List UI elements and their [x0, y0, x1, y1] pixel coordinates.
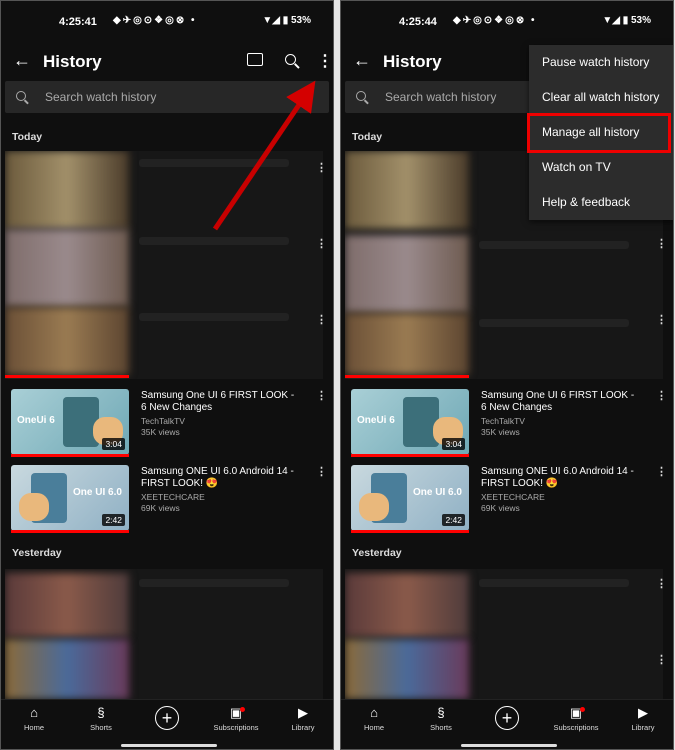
video-views: 35K views: [481, 427, 520, 437]
subscriptions-icon: ▣: [569, 705, 583, 720]
page-title: History: [383, 52, 442, 71]
library-icon: ▶: [638, 705, 648, 720]
video-channel: TechTalkTV: [481, 416, 525, 426]
thumbnail-label: OneUi 6: [357, 415, 395, 426]
nav-library[interactable]: ▶ Library: [610, 704, 673, 732]
video-duration: 2:42: [442, 514, 465, 526]
gesture-bar: [461, 744, 557, 747]
blurred-history-items[interactable]: [345, 569, 663, 699]
thumbnail-label: One UI 6.0: [413, 487, 462, 498]
search-input[interactable]: Search watch history: [385, 90, 496, 104]
menu-clear-watch-history[interactable]: Clear all watch history: [529, 80, 673, 115]
video-row[interactable]: OneUi 6 3:04 Samsung One UI 6 FIRST LOOK…: [341, 389, 673, 457]
item-menu-icon[interactable]: ⋮: [656, 653, 667, 666]
menu-help-feedback[interactable]: Help & feedback: [529, 185, 673, 220]
phone-screen-right: 4:25:44 ◆✈◎⊙❖◎⊗ • ▼◢ ▮ 53% ← History Sea…: [340, 0, 674, 750]
back-arrow-icon[interactable]: ←: [353, 50, 371, 71]
nav-subscriptions[interactable]: ▣ Subscriptions: [543, 704, 609, 732]
item-menu-icon[interactable]: ⋮: [656, 389, 667, 402]
search-field-icon: [356, 91, 366, 101]
section-today: Today: [352, 131, 383, 143]
menu-pause-watch-history[interactable]: Pause watch history: [529, 45, 673, 80]
video-title[interactable]: Samsung ONE UI 6.0 Android 14 - FIRST LO…: [481, 466, 641, 490]
nav-home-label: Home: [363, 723, 384, 732]
video-views: 69K views: [481, 503, 520, 513]
menu-watch-on-tv[interactable]: Watch on TV: [529, 150, 673, 185]
highlight-box: [527, 113, 671, 153]
battery-percent: 53%: [630, 15, 651, 26]
phone-screen-left: 4:25:41 ◆✈◎⊙❖◎⊗ • ▼◢ ▮ 53% ← History ⋮ S…: [0, 0, 334, 750]
status-bar: 4:25:44 ◆✈◎⊙❖◎⊗ • ▼◢ ▮ 53%: [341, 1, 673, 41]
bottom-nav: ⌂ Home § Shorts + ▣ Subscriptions ▶ Libr…: [341, 699, 673, 749]
video-thumbnail[interactable]: One UI 6.0 2:42: [351, 465, 469, 531]
video-channel: XEETECHCARE: [481, 492, 545, 502]
status-time: 4:25:44: [399, 16, 437, 28]
section-yesterday: Yesterday: [352, 547, 402, 559]
item-menu-icon[interactable]: ⋮: [656, 237, 667, 250]
item-menu-icon[interactable]: ⋮: [656, 577, 667, 590]
nav-shorts-label: Shorts: [430, 723, 452, 732]
video-title[interactable]: Samsung One UI 6 FIRST LOOK - 6 New Chan…: [481, 390, 641, 414]
shorts-icon: §: [437, 705, 445, 720]
create-button[interactable]: +: [495, 706, 519, 730]
nav-subscriptions-label: Subscriptions: [553, 723, 599, 732]
item-menu-icon[interactable]: ⋮: [656, 313, 667, 326]
nav-home[interactable]: ⌂ Home: [341, 704, 407, 732]
nav-shorts[interactable]: § Shorts: [408, 704, 474, 732]
video-duration: 3:04: [442, 438, 465, 450]
nav-library-label: Library: [631, 723, 655, 732]
notification-icons: ◆✈◎⊙❖◎⊗ •: [453, 15, 537, 26]
watch-progress: [351, 454, 469, 457]
status-right: ▼◢ ▮ 53%: [602, 15, 651, 26]
red-arrow-annotation: [212, 80, 316, 231]
watch-progress: [351, 530, 469, 533]
video-row[interactable]: One UI 6.0 2:42 Samsung ONE UI 6.0 Andro…: [341, 465, 673, 533]
notification-dot: [580, 707, 585, 712]
home-icon: ⌂: [370, 705, 378, 720]
video-thumbnail[interactable]: OneUi 6 3:04: [351, 389, 469, 455]
item-menu-icon[interactable]: ⋮: [656, 465, 667, 478]
